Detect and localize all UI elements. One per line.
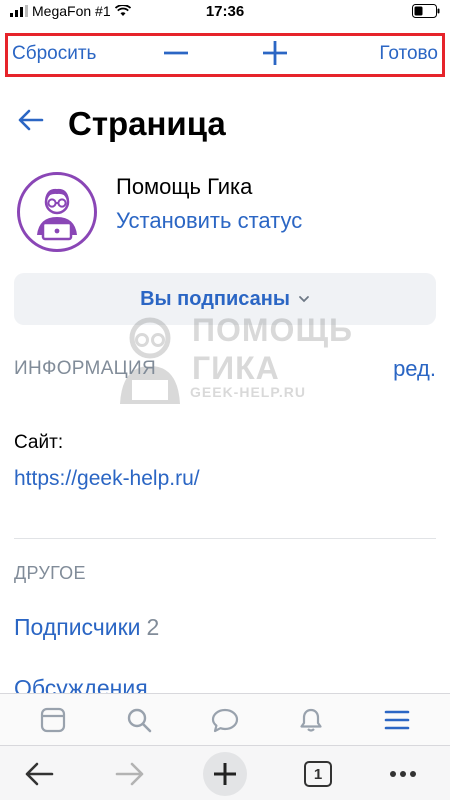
reset-zoom-button[interactable]: Сбросить xyxy=(12,43,96,65)
edit-link[interactable]: ред. xyxy=(393,356,436,382)
tabs-switcher-button[interactable]: 1 xyxy=(296,752,340,796)
more-options-button[interactable] xyxy=(381,752,425,796)
messages-icon xyxy=(211,708,239,732)
search-icon xyxy=(127,708,152,732)
set-status-link[interactable]: Установить статус xyxy=(116,208,302,234)
new-tab-circle xyxy=(203,752,247,796)
subscribers-label: Подписчики xyxy=(14,614,141,640)
tab-notifications[interactable] xyxy=(286,698,336,742)
new-tab-button[interactable] xyxy=(203,752,247,796)
menu-icon xyxy=(384,710,410,729)
zoom-out-icon[interactable] xyxy=(161,38,191,68)
tab-menu[interactable] xyxy=(372,698,422,742)
back-arrow-icon xyxy=(25,762,54,786)
site-label: Сайт: xyxy=(14,432,64,453)
other-heading: ДРУГОЕ xyxy=(14,563,86,583)
avatar[interactable] xyxy=(17,172,97,252)
tab-messages[interactable] xyxy=(200,698,250,742)
page-title: Страница xyxy=(68,105,226,142)
battery-icon xyxy=(412,4,440,18)
divider xyxy=(14,538,436,539)
geek-avatar-icon xyxy=(37,188,77,241)
site-url-link[interactable]: https://geek-help.ru/ xyxy=(14,467,200,491)
status-bar: MegaFon #1 17:36 xyxy=(0,0,450,24)
profile-name: Помощь Гика xyxy=(116,174,253,199)
app-tab-bar xyxy=(0,693,450,745)
tab-count: 1 xyxy=(304,761,332,787)
browser-forward-button[interactable] xyxy=(108,752,152,796)
more-dots-icon xyxy=(390,771,416,777)
browser-back-button[interactable] xyxy=(17,752,61,796)
chevron-down-icon xyxy=(299,296,309,303)
plus-icon xyxy=(214,763,236,785)
done-button[interactable]: Готово xyxy=(379,43,438,65)
info-section-header: ИНФОРМАЦИЯ ред. xyxy=(0,352,450,392)
status-right xyxy=(412,4,440,23)
tab-search[interactable] xyxy=(114,698,164,742)
back-arrow-icon[interactable] xyxy=(16,105,46,135)
tab-feed[interactable] xyxy=(28,698,78,742)
zoom-toolbar: Сбросить Готово xyxy=(0,30,450,80)
notifications-icon xyxy=(300,708,322,732)
zoom-in-icon[interactable] xyxy=(260,38,290,68)
page-header: Страница xyxy=(0,95,450,155)
watermark-line1: ПОМОЩЬ xyxy=(192,312,354,348)
forward-arrow-icon xyxy=(115,762,144,786)
feed-icon xyxy=(40,707,66,732)
status-time: 17:36 xyxy=(205,3,245,20)
subscribers-count: 2 xyxy=(146,614,160,640)
subscribers-link[interactable]: Подписчики 2 xyxy=(14,614,159,641)
browser-toolbar: 1 xyxy=(0,745,450,800)
info-heading: ИНФОРМАЦИЯ xyxy=(14,358,156,379)
